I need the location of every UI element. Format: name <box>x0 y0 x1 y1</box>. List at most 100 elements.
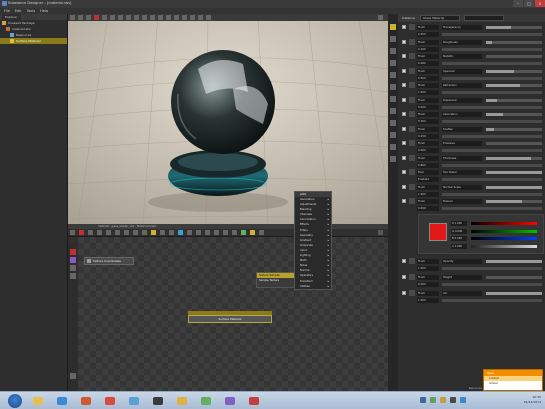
viewport-tool-icon[interactable] <box>86 15 91 20</box>
parameter-value-bar[interactable] <box>442 33 542 36</box>
enable-checkbox[interactable] <box>402 291 406 295</box>
color-picker[interactable]: R 1.000 G 0.090 B 0.090 A 1.000 <box>418 214 544 254</box>
parameter-swatch[interactable] <box>409 96 415 103</box>
graph-tool-icon[interactable] <box>169 230 174 235</box>
enable-checkbox[interactable] <box>402 275 406 279</box>
channel-gradient-slider[interactable] <box>471 237 537 240</box>
param-tool-icon[interactable] <box>390 144 396 150</box>
enable-checkbox[interactable] <box>402 155 406 160</box>
viewport-tool-icon[interactable] <box>70 15 75 20</box>
viewport-tool-icon[interactable] <box>78 15 83 20</box>
parameter-swatch[interactable] <box>409 198 415 204</box>
parameter-slider[interactable] <box>486 292 542 295</box>
parameter-swatch[interactable] <box>409 290 415 296</box>
parameter-type-field[interactable]: Float <box>417 184 439 190</box>
parameter-type-field[interactable]: Float <box>417 199 439 204</box>
enable-checkbox[interactable] <box>402 39 406 44</box>
graph-tool-icon[interactable] <box>178 230 183 235</box>
graph-tool-icon[interactable] <box>160 230 165 235</box>
graph-tool-icon[interactable] <box>214 230 219 235</box>
viewport-tool-icon[interactable] <box>134 15 139 20</box>
parameter-slider[interactable] <box>486 127 542 131</box>
parameter-type-field[interactable]: Float <box>417 54 439 59</box>
enable-checkbox[interactable] <box>402 126 406 131</box>
parameter-slider[interactable] <box>486 260 542 263</box>
parameter-value-field[interactable]: 0.000 <box>417 148 439 153</box>
record-icon[interactable] <box>70 249 76 255</box>
parameter-value-field[interactable]: 1.000 <box>417 298 439 303</box>
minimize-button[interactable]: – <box>513 0 523 7</box>
graph-tool-icon[interactable] <box>205 230 210 235</box>
taskbar-app-button[interactable] <box>220 394 240 408</box>
param-tool-icon[interactable] <box>390 156 396 162</box>
graph-tool-icon[interactable] <box>196 230 201 235</box>
parameter-name-field[interactable]: Two Sided <box>442 170 482 175</box>
color-swatch-large[interactable] <box>429 223 447 241</box>
parameter-value-field[interactable]: 0.500 <box>417 75 439 81</box>
parameter-value-field[interactable]: 0.000 <box>417 282 439 287</box>
tray-icon[interactable] <box>420 397 426 403</box>
viewport-tool-icon[interactable] <box>102 15 107 20</box>
surface-material-node[interactable]: Surface Material <box>188 315 272 323</box>
parameter-type-field[interactable]: Float <box>417 68 439 74</box>
viewport-tool-icon[interactable] <box>190 15 195 20</box>
parameter-swatch[interactable] <box>409 24 415 30</box>
channel-gradient-slider[interactable] <box>471 244 537 248</box>
parameter-slider[interactable] <box>486 26 542 29</box>
enable-checkbox[interactable] <box>402 54 406 58</box>
close-button[interactable]: × <box>535 0 545 7</box>
enable-checkbox[interactable] <box>402 199 406 203</box>
graph-tool-icon[interactable] <box>250 230 255 235</box>
taskbar-app-button[interactable] <box>172 394 192 408</box>
parameter-value-bar[interactable] <box>442 62 542 65</box>
parameter-type-field[interactable]: Float <box>417 97 439 103</box>
taskbar-app-button[interactable] <box>28 394 48 408</box>
parameter-swatch[interactable] <box>409 274 415 280</box>
parameter-swatch[interactable] <box>409 183 415 190</box>
parameter-slider[interactable] <box>486 98 542 102</box>
parameter-value-bar[interactable] <box>442 91 542 94</box>
parameter-name-field[interactable]: AO <box>442 291 482 296</box>
parameter-name-field[interactable]: Scatter <box>442 126 482 132</box>
parameter-name-field[interactable]: Thickness <box>442 155 482 161</box>
viewport-tool-icon[interactable] <box>206 15 211 20</box>
enable-checkbox[interactable] <box>402 112 406 116</box>
parameter-type-field[interactable]: Float <box>417 39 439 45</box>
param-tool-icon[interactable] <box>390 72 396 78</box>
menu-item[interactable]: Utilities ▸ <box>295 284 331 289</box>
graph-tool-icon[interactable] <box>241 230 246 235</box>
channel-value[interactable]: B 0.090 <box>451 236 467 241</box>
3d-viewport[interactable] <box>68 14 388 224</box>
parameter-name-field[interactable]: Roughness <box>442 39 482 45</box>
maximize-button[interactable]: □ <box>524 0 534 7</box>
parameter-value-field[interactable]: 0.450 <box>417 32 439 37</box>
viewport-tool-icon[interactable] <box>166 15 171 20</box>
parameter-swatch[interactable] <box>409 154 415 161</box>
parameter-slider[interactable] <box>486 55 542 58</box>
parameter-value-bar[interactable] <box>442 47 542 51</box>
taskbar-app-button[interactable] <box>76 394 96 408</box>
parameter-swatch[interactable] <box>409 140 415 146</box>
parameter-swatch[interactable] <box>409 258 415 264</box>
parameter-type-field[interactable]: Float <box>417 155 439 161</box>
channel-gradient-slider[interactable] <box>471 222 537 225</box>
parameter-slider[interactable] <box>486 40 542 44</box>
channel-value[interactable]: G 0.090 <box>451 228 467 234</box>
parameter-type-field[interactable]: Float <box>417 291 439 296</box>
parameter-value-bar[interactable] <box>442 76 542 80</box>
parameter-slider[interactable] <box>486 142 542 145</box>
graph-tool-icon[interactable] <box>79 230 84 235</box>
parameter-slider[interactable] <box>486 113 542 116</box>
enable-checkbox[interactable] <box>402 259 406 263</box>
texture-coordinates-node[interactable]: Texture Coordinates <box>84 257 134 265</box>
parameter-name-field[interactable]: Refraction <box>442 83 482 88</box>
mode-dropdown[interactable] <box>464 15 504 21</box>
instance-dropdown[interactable]: Glass Material <box>420 15 460 21</box>
taskbar-app-button[interactable] <box>124 394 144 408</box>
enable-checkbox[interactable] <box>402 184 406 189</box>
viewport-tool-icon[interactable] <box>118 15 123 20</box>
param-tool-icon[interactable] <box>390 60 396 66</box>
settings-icon[interactable] <box>70 373 76 379</box>
viewport-tool-icon[interactable] <box>126 15 131 20</box>
param-tool-icon[interactable] <box>390 108 396 114</box>
